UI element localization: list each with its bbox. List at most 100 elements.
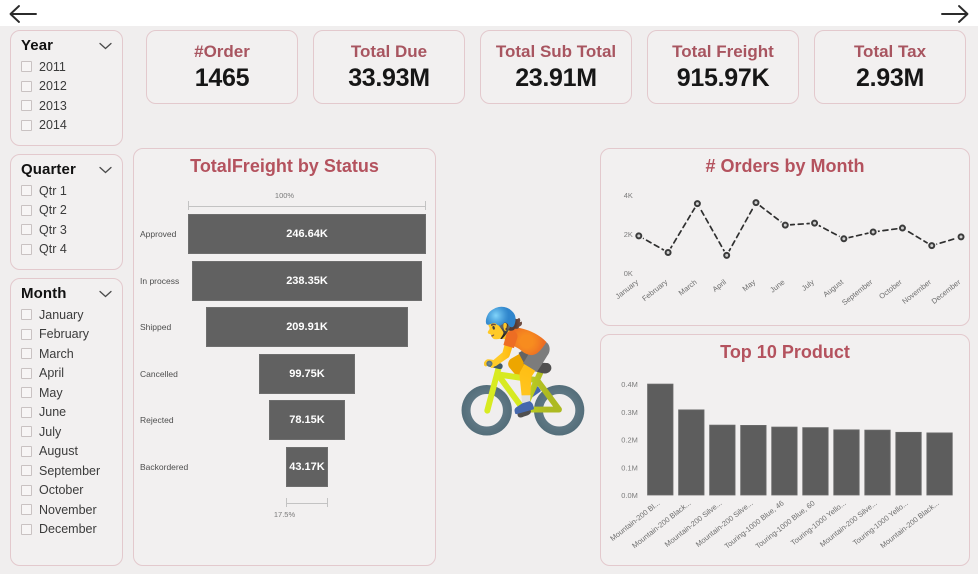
bar[interactable]: [895, 431, 922, 496]
funnel-row[interactable]: Approved 246.64K: [134, 211, 435, 258]
checkbox-icon[interactable]: [21, 243, 32, 255]
funnel-value-label: 99.75K: [289, 367, 325, 380]
chart-orders-by-month[interactable]: # Orders by Month 0K 2K 4K January February M…: [600, 148, 970, 326]
line-data-point[interactable]: [926, 240, 937, 251]
slicer-month[interactable]: Month January February March April May June Ju…: [10, 278, 123, 566]
line-data-point[interactable]: [838, 233, 849, 244]
checkbox-icon[interactable]: [21, 119, 32, 131]
checkbox-icon[interactable]: [21, 61, 32, 73]
chart-top-10-product[interactable]: Top 10 Product 0.0M 0.1M 0.2M 0.3M 0.4M Mount…: [600, 334, 970, 566]
kpi-card-total-sub-total[interactable]: Total Sub Total 23.91M: [480, 30, 632, 104]
slicer-item-month-february[interactable]: February: [21, 325, 112, 345]
line-data-point[interactable]: [633, 230, 644, 241]
slicer-item-month-december[interactable]: December: [21, 520, 112, 540]
x-axis-tick-label: December: [930, 277, 963, 306]
slicer-item-month-march[interactable]: March: [21, 344, 112, 364]
checkbox-icon[interactable]: [21, 224, 32, 236]
slicer-year-header[interactable]: Year: [21, 37, 112, 54]
checkbox-icon[interactable]: [21, 80, 32, 92]
slicer-item-month-may[interactable]: May: [21, 383, 112, 403]
checkbox-icon[interactable]: [21, 348, 32, 360]
slicer-year[interactable]: Year 2011 2012 2013 2014: [10, 30, 123, 146]
kpi-value: 2.93M: [856, 63, 924, 92]
slicer-item-month-june[interactable]: June: [21, 403, 112, 423]
checkbox-icon[interactable]: [21, 465, 32, 477]
kpi-card-total-freight[interactable]: Total Freight 915.97K: [647, 30, 799, 104]
slicer-item-quarter-4[interactable]: Qtr 4: [21, 240, 112, 260]
funnel-bar[interactable]: 209.91K: [205, 307, 409, 347]
slicer-quarter-header[interactable]: Quarter: [21, 161, 112, 178]
funnel-bar[interactable]: 99.75K: [258, 353, 356, 394]
slicer-quarter[interactable]: Quarter Qtr 1 Qtr 2 Qtr 3 Qtr 4: [10, 154, 123, 270]
kpi-card-total-due[interactable]: Total Due 33.93M: [313, 30, 465, 104]
funnel-row[interactable]: Shipped 209.91K: [134, 304, 435, 351]
slicer-item-month-august[interactable]: August: [21, 442, 112, 462]
line-data-point[interactable]: [751, 197, 761, 208]
line-data-point[interactable]: [721, 250, 732, 261]
bar[interactable]: [647, 383, 674, 496]
slicer-month-header[interactable]: Month: [21, 285, 112, 302]
slicer-item-month-april[interactable]: April: [21, 364, 112, 384]
y-axis-tick-label: 2K: [624, 230, 633, 239]
funnel-bar[interactable]: 78.15K: [269, 400, 345, 440]
checkbox-icon[interactable]: [21, 484, 32, 496]
funnel-bar[interactable]: 246.64K: [188, 214, 426, 254]
checkbox-icon[interactable]: [21, 185, 32, 197]
bar[interactable]: [771, 426, 798, 496]
line-data-point[interactable]: [897, 223, 908, 233]
chevron-down-icon[interactable]: [99, 166, 112, 174]
bar[interactable]: [740, 425, 767, 496]
bar[interactable]: [926, 432, 953, 496]
checkbox-icon[interactable]: [21, 406, 32, 418]
slicer-item-month-november[interactable]: November: [21, 500, 112, 520]
slicer-item-quarter-2[interactable]: Qtr 2: [21, 201, 112, 221]
slicer-item-month-october[interactable]: October: [21, 481, 112, 501]
kpi-card-order[interactable]: #Order 1465: [146, 30, 298, 104]
funnel-row[interactable]: Rejected 78.15K: [134, 397, 435, 444]
funnel-bottom-percent-label: 17.5%: [273, 510, 296, 519]
line-data-point[interactable]: [809, 218, 820, 229]
funnel-row[interactable]: In process 238.35K: [134, 258, 435, 305]
checkbox-icon[interactable]: [21, 367, 32, 379]
funnel-bar[interactable]: 238.35K: [191, 260, 422, 301]
funnel-top-rule: [188, 201, 426, 210]
checkbox-icon[interactable]: [21, 504, 32, 516]
slicer-item-year-2012[interactable]: 2012: [21, 77, 112, 97]
bar[interactable]: [678, 409, 705, 496]
chevron-down-icon[interactable]: [99, 42, 112, 50]
line-data-point[interactable]: [780, 220, 791, 231]
bar[interactable]: [864, 429, 891, 496]
slicer-item-quarter-1[interactable]: Qtr 1: [21, 181, 112, 201]
kpi-value: 915.97K: [676, 63, 770, 92]
funnel-bar[interactable]: 43.17K: [286, 446, 328, 487]
checkbox-icon[interactable]: [21, 204, 32, 216]
line-data-point[interactable]: [692, 198, 703, 209]
line-data-point[interactable]: [868, 227, 879, 237]
funnel-row[interactable]: Backordered 43.17K: [134, 444, 435, 491]
checkbox-icon[interactable]: [21, 523, 32, 535]
slicer-item-month-january[interactable]: January: [21, 305, 112, 325]
line-data-point[interactable]: [663, 247, 673, 258]
checkbox-icon[interactable]: [21, 426, 32, 438]
bar[interactable]: [802, 427, 829, 496]
bar[interactable]: [709, 424, 736, 496]
line-data-point[interactable]: [956, 231, 966, 242]
kpi-card-total-tax[interactable]: Total Tax 2.93M: [814, 30, 966, 104]
chart-totalfreight-by-status[interactable]: TotalFreight by Status 100% Approved 246.…: [133, 148, 436, 566]
slicer-item-year-2011[interactable]: 2011: [21, 57, 112, 77]
chevron-down-icon[interactable]: [99, 290, 112, 298]
slicer-item-month-september[interactable]: September: [21, 461, 112, 481]
slicer-item-year-2013[interactable]: 2013: [21, 96, 112, 116]
slicer-item-quarter-3[interactable]: Qtr 3: [21, 220, 112, 240]
slicer-item-year-2014[interactable]: 2014: [21, 116, 112, 136]
bar[interactable]: [833, 429, 860, 496]
arrow-right-icon[interactable]: [938, 2, 972, 26]
checkbox-icon[interactable]: [21, 309, 32, 321]
funnel-row[interactable]: Cancelled 99.75K: [134, 351, 435, 398]
checkbox-icon[interactable]: [21, 387, 32, 399]
arrow-left-icon[interactable]: [6, 2, 40, 26]
checkbox-icon[interactable]: [21, 328, 32, 340]
slicer-item-month-july[interactable]: July: [21, 422, 112, 442]
checkbox-icon[interactable]: [21, 445, 32, 457]
checkbox-icon[interactable]: [21, 100, 32, 112]
